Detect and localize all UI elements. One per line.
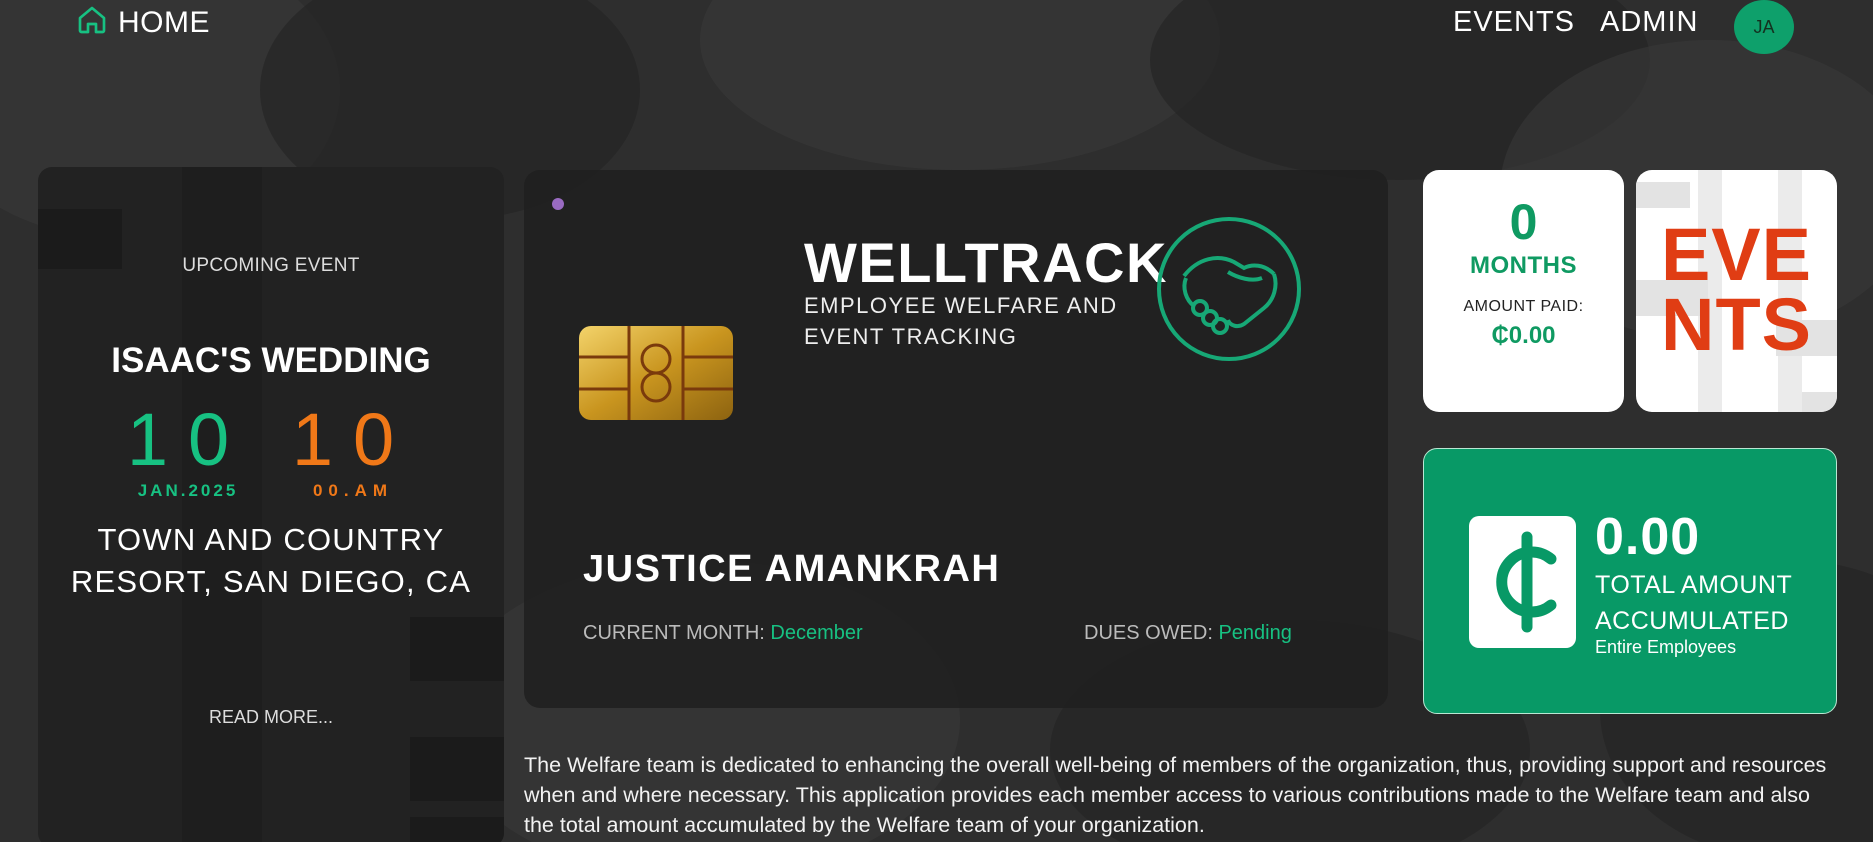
nav-events-link[interactable]: EVENTS	[1453, 6, 1575, 39]
event-time-hour: 10	[291, 398, 415, 481]
read-more-link[interactable]: READ MORE...	[38, 707, 504, 728]
brand-tagline: EMPLOYEE WELFARE AND EVENT TRACKING	[804, 293, 1118, 349]
event-time: 10 00.AM	[288, 403, 418, 501]
total-accumulated-tile: 0.00 TOTAL AMOUNT ACCUMULATED Entire Emp…	[1423, 448, 1837, 714]
card-holder-name: JUSTICE AMANKRAH	[583, 548, 1001, 590]
dues-owed-label: DUES OWED:	[1084, 622, 1213, 644]
brand-title: WELLTRACK	[804, 231, 1168, 294]
events-tile[interactable]: EVE NTS	[1636, 170, 1837, 412]
home-icon	[76, 4, 108, 41]
nav-admin-link[interactable]: ADMIN	[1600, 6, 1698, 39]
upcoming-event-card: UPCOMING EVENT ISAAC'S WEDDING 10 JAN.20…	[38, 167, 504, 842]
total-amount-value: 0.00	[1595, 508, 1701, 566]
top-navigation: HOME EVENTS ADMIN JA	[0, 0, 1873, 54]
current-month-label: CURRENT MONTH:	[583, 622, 765, 644]
total-amount-scope: Entire Employees	[1595, 637, 1737, 657]
amount-paid-value: ₵0.00	[1491, 322, 1556, 349]
event-date: 10 JAN.2025	[118, 403, 258, 501]
events-tile-line-1: EVE	[1660, 213, 1813, 296]
events-tile-text: EVE NTS	[1636, 213, 1837, 366]
current-month-value: December	[770, 622, 863, 644]
event-time-minutes: 00.AM	[312, 481, 394, 500]
card-chip-icon	[578, 325, 734, 421]
event-venue: TOWN AND COUNTRY RESORT, SAN DIEGO, CA	[70, 522, 472, 599]
months-count: 0	[1509, 194, 1538, 250]
user-avatar[interactable]: JA	[1734, 0, 1794, 54]
events-tile-line-2: NTS	[1661, 283, 1812, 366]
welfare-description: The Welfare team is dedicated to enhanci…	[524, 753, 1827, 837]
home-link[interactable]: HOME	[76, 4, 210, 41]
home-label: HOME	[118, 5, 210, 39]
amount-paid-label: AMOUNT PAID:	[1463, 298, 1584, 315]
dues-owed: DUES OWED: Pending	[1084, 622, 1292, 645]
event-date-month-year: JAN.2025	[137, 481, 239, 500]
event-name: ISAAC'S WEDDING	[111, 341, 431, 380]
card-indicator-dot	[552, 198, 564, 210]
upcoming-event-label: UPCOMING EVENT	[182, 255, 360, 276]
months-paid-tile: 0 MONTHS AMOUNT PAID: ₵0.00	[1423, 170, 1624, 412]
handshake-logo-icon	[1156, 216, 1302, 362]
dues-owed-value: Pending	[1218, 622, 1292, 644]
member-card: WELLTRACK EMPLOYEE WELFARE AND EVENT TRA…	[524, 170, 1388, 708]
total-amount-label: TOTAL AMOUNT ACCUMULATED	[1595, 571, 1792, 635]
current-month: CURRENT MONTH: December	[583, 622, 863, 645]
months-unit: MONTHS	[1470, 252, 1577, 279]
event-date-day: 10	[126, 398, 250, 481]
cedi-icon	[1469, 516, 1576, 648]
